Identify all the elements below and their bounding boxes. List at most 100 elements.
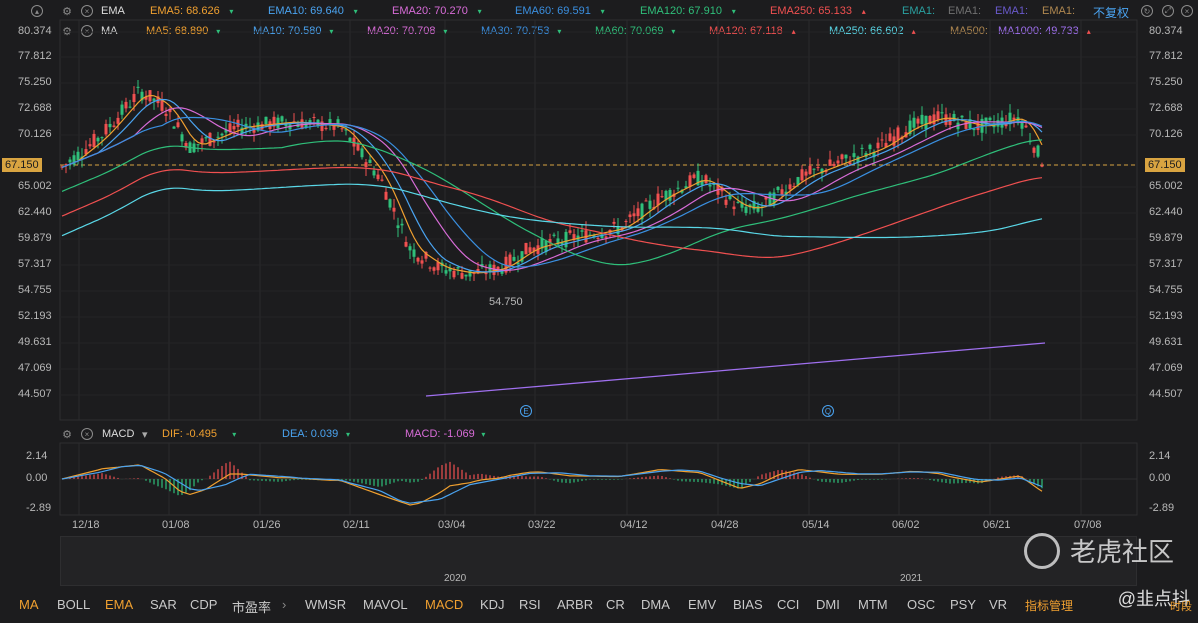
- indicator-tab[interactable]: RSI: [519, 597, 541, 612]
- candle-body: [668, 189, 672, 201]
- candle-body: [656, 193, 660, 206]
- candle-body: [380, 179, 384, 181]
- indicator-tab[interactable]: CDP: [190, 597, 217, 612]
- candle-body: [408, 246, 412, 251]
- trend-icon: ▴: [1086, 27, 1091, 36]
- trend-icon: ▾: [600, 7, 605, 16]
- indicator-tab[interactable]: WMSR: [305, 597, 346, 612]
- indicator-tab[interactable]: CCI: [777, 597, 799, 612]
- macd-legend-item: DEA: 0.039: [282, 428, 339, 440]
- indicator-tab[interactable]: BOLL: [57, 597, 90, 612]
- settings-icon[interactable]: ⚙: [60, 427, 74, 441]
- indicator-tab[interactable]: OSC: [907, 597, 935, 612]
- indicator-tab[interactable]: EMA: [105, 597, 133, 612]
- price-axis-label: 57.317: [18, 258, 52, 270]
- indicator-tab[interactable]: DMI: [816, 597, 840, 612]
- candle-body: [732, 206, 736, 210]
- indicator-tab[interactable]: CR: [606, 597, 625, 612]
- candle-body: [644, 200, 648, 202]
- trend-icon: ▾: [329, 27, 334, 36]
- candle-body: [612, 221, 616, 224]
- price-axis-label: 75.250: [18, 76, 52, 88]
- watermark: 老虎社区: [1023, 532, 1174, 569]
- candle-body: [108, 123, 112, 128]
- candle-body: [888, 133, 892, 142]
- macd-axis-label: 2.14: [1149, 450, 1171, 462]
- date-axis-label: 12/18: [72, 519, 100, 531]
- candle-body: [912, 117, 916, 128]
- candle-body: [692, 174, 696, 178]
- candle-body: [1040, 165, 1044, 167]
- candle-body: [736, 201, 740, 203]
- indicator-tab[interactable]: ARBR: [557, 597, 593, 612]
- candle-body: [528, 247, 532, 253]
- indicator-tab[interactable]: EMV: [688, 597, 716, 612]
- candle-body: [1024, 125, 1028, 128]
- date-axis-label: 01/08: [162, 519, 190, 531]
- indicator-tab[interactable]: KDJ: [480, 597, 505, 612]
- ma-line: [61, 139, 1043, 266]
- candle-body: [232, 126, 236, 130]
- date-axis-label: 04/28: [711, 519, 739, 531]
- date-axis-label: 05/14: [802, 519, 830, 531]
- candle-body: [428, 267, 432, 269]
- candle-body: [780, 189, 784, 195]
- price-axis-label: 65.002: [18, 180, 52, 192]
- indicator-tab[interactable]: MA: [19, 597, 39, 612]
- candle-body: [552, 234, 556, 236]
- candle-body: [632, 213, 636, 217]
- indicator-tab[interactable]: PSY: [950, 597, 976, 612]
- indicator-tab[interactable]: VR: [989, 597, 1007, 612]
- candle-body: [384, 191, 388, 200]
- candle-body: [940, 112, 944, 114]
- candle-body: [356, 143, 360, 151]
- price-axis-label: 65.002: [1149, 180, 1183, 192]
- close-icon[interactable]: ×: [81, 428, 93, 440]
- time-navigator[interactable]: [60, 536, 1137, 586]
- more-indicators-arrow[interactable]: ›: [282, 597, 286, 612]
- indicator-tab[interactable]: SAR: [150, 597, 177, 612]
- candle-body: [160, 100, 164, 111]
- indicator-tab[interactable]: MAVOL: [363, 597, 408, 612]
- price-axis-label: 80.374: [18, 25, 52, 37]
- macd-indicator-name: MACD: [102, 428, 135, 440]
- candle-body: [960, 115, 964, 118]
- quarter-event-icon[interactable]: Q: [822, 405, 834, 417]
- candle-body: [312, 116, 316, 118]
- date-axis-label: 06/02: [892, 519, 920, 531]
- candle-body: [976, 121, 980, 131]
- candle-body: [348, 137, 352, 142]
- candle-body: [216, 136, 220, 138]
- indicator-tab[interactable]: BIAS: [733, 597, 763, 612]
- indicator-tab[interactable]: MTM: [858, 597, 888, 612]
- trend-icon: ▾: [443, 27, 448, 36]
- ma-line: [61, 94, 1043, 274]
- candle-body: [112, 125, 116, 127]
- candle-body: [596, 237, 600, 239]
- price-axis-label: 75.250: [1149, 76, 1183, 88]
- trend-icon: ▾: [477, 7, 482, 16]
- candle-body: [324, 127, 328, 130]
- candle-body: [76, 151, 80, 161]
- candle-body: [128, 106, 132, 108]
- candle-body: [280, 116, 284, 122]
- indicator-tab[interactable]: 指标管理: [1025, 597, 1073, 614]
- macd-dropdown-icon[interactable]: ▾: [142, 428, 148, 441]
- price-axis-label: 47.069: [18, 362, 52, 374]
- tiger-logo-icon: [1023, 532, 1060, 569]
- candle-body: [92, 133, 96, 148]
- price-axis-label: 80.374: [1149, 25, 1183, 37]
- indicator-tab[interactable]: DMA: [641, 597, 670, 612]
- candle-body: [896, 127, 900, 141]
- price-axis-label: 70.126: [1149, 128, 1183, 140]
- trend-icon: ▾: [229, 7, 234, 16]
- candle-body: [920, 114, 924, 125]
- session-toggle[interactable]: 时段: [1170, 598, 1192, 614]
- indicator-tab[interactable]: MACD: [425, 597, 463, 612]
- candle-body: [412, 249, 416, 257]
- candle-body: [368, 159, 372, 163]
- candle-body: [464, 274, 468, 277]
- earnings-event-icon[interactable]: E: [520, 405, 532, 417]
- indicator-tab[interactable]: 市盈率: [232, 597, 271, 616]
- candle-body: [628, 214, 632, 218]
